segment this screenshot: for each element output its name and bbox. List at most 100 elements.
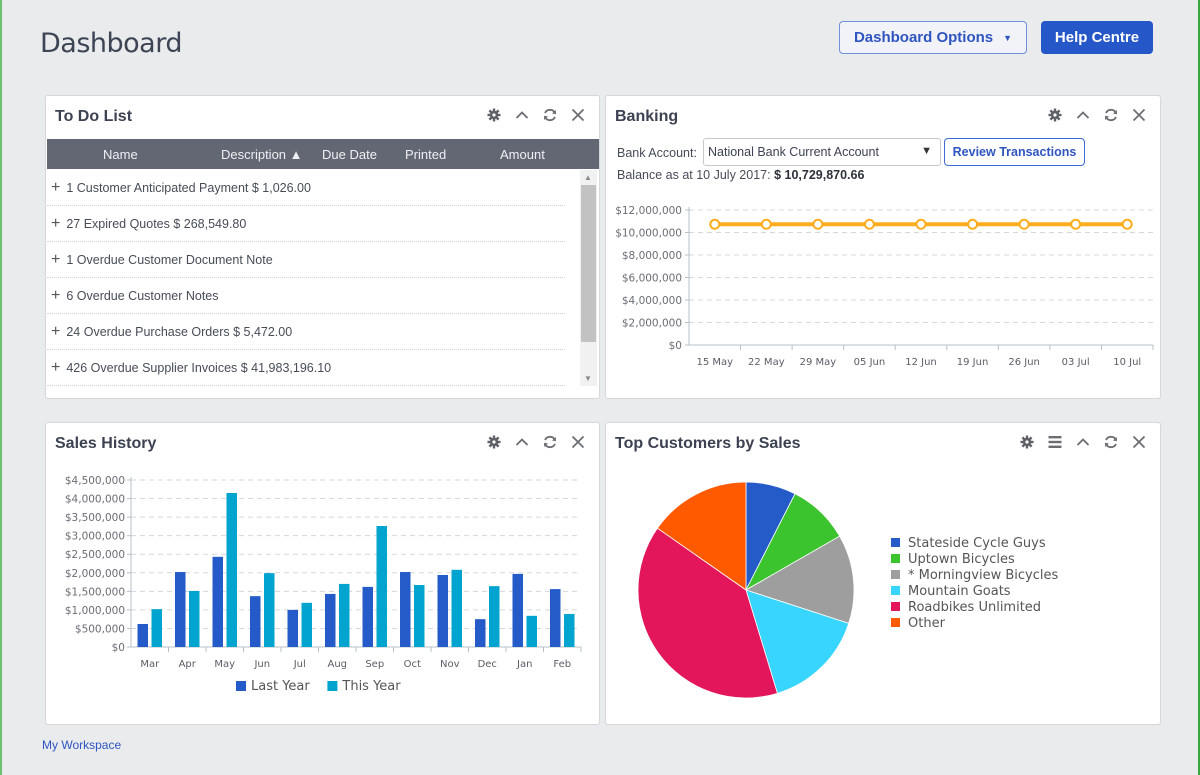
legend-swatch [891,618,900,627]
list-item[interactable]: +24 Overdue Purchase Orders $ 5,472.00 [47,314,565,350]
legend-label: Uptown Bicycles [908,552,1015,567]
list-item-text: 426 Overdue Supplier Invoices $ 41,983,1… [66,360,332,375]
refresh-icon[interactable] [541,433,559,451]
gear-icon[interactable] [1018,433,1036,451]
sales-history-panel: Sales History $0 $500,000 $1,000,000 $1,500… [45,422,600,725]
x-tick-label: May [214,659,235,670]
x-tick-label: 29 May [800,357,837,368]
review-transactions-button[interactable]: Review Transactions [944,138,1085,166]
list-item[interactable]: +1 Overdue Customer Document Note [47,242,565,278]
legend-swatch [891,602,900,611]
todo-title: To Do List [55,108,133,125]
column-amount[interactable]: Amount [500,147,545,162]
gear-icon[interactable] [485,433,503,451]
legend-label: Other [908,616,946,631]
list-item[interactable]: +426 Overdue Supplier Invoices $ 41,983,… [47,350,565,386]
y-tick-label: $4,500,000 [65,475,125,487]
page-title: Dashboard [40,28,182,59]
data-point [812,218,824,230]
expand-plus-icon[interactable]: + [51,215,60,233]
refresh-icon[interactable] [1102,433,1120,451]
dashboard-options-label: Dashboard Options [853,29,994,46]
legend-label: Last Year [251,679,310,694]
my-workspace-link[interactable]: My Workspace [42,738,121,752]
bar-this-year [564,613,575,647]
column-description[interactable]: Description ▲ [221,147,303,162]
chevron-up-icon[interactable] [1074,433,1092,451]
todo-scrollbar[interactable]: ▲ ▼ [580,170,597,386]
bar-this-year [526,615,537,647]
gear-icon[interactable] [485,106,503,124]
scroll-down-icon[interactable]: ▼ [584,374,592,383]
x-tick-label: 15 May [696,357,733,368]
x-tick-label: Aug [327,659,347,670]
y-tick-label: $0 [112,642,125,654]
list-item[interactable]: +1 Customer Anticipated Payment $ 1,026.… [47,170,565,206]
refresh-icon[interactable] [1102,106,1120,124]
close-icon[interactable] [569,106,587,124]
expand-plus-icon[interactable]: + [51,287,60,305]
column-name[interactable]: Name [103,147,138,162]
todo-table-header: Name Description ▲ Due Date Printed Amou… [47,139,599,169]
balance-label: Balance as at 10 July 2017: [617,168,771,182]
bar-last-year [475,619,486,647]
chevron-up-icon[interactable] [513,433,531,451]
y-tick-label: $6,000,000 [622,273,682,285]
y-tick-label: $3,500,000 [65,512,125,524]
sales-bar-chart: $0 $500,000 $1,000,000 $1,500,000 $2,000,000… [65,475,582,694]
balance-value: $ 10,729,870.66 [774,168,865,182]
y-tick-label: $2,500,000 [65,549,125,561]
list-item[interactable]: +27 Expired Quotes $ 268,549.80 [47,206,565,242]
legend-swatch [891,538,900,547]
dashboard-options-button[interactable]: Dashboard Options ▼ [839,21,1027,54]
menu-icon[interactable] [1046,433,1064,451]
data-point [967,218,979,230]
x-tick-label: 12 Jun [905,357,937,368]
bar-this-year [376,526,387,647]
banking-panel: Banking Bank Account: National Bank Curr… [605,95,1161,399]
close-icon[interactable] [1130,106,1148,124]
legend-swatch [891,554,900,563]
y-tick-label: $3,000,000 [65,531,125,543]
y-tick-label: $2,000,000 [65,568,125,580]
bar-this-year [339,583,350,647]
column-due-date[interactable]: Due Date [322,147,377,162]
bar-last-year [437,575,448,647]
top-customers-panel: Top Customers by Sales Stateside Cycle G… [605,422,1161,725]
x-tick-label: 19 Jun [957,357,989,368]
close-icon[interactable] [569,433,587,451]
x-tick-label: 22 May [748,357,785,368]
legend-swatch [236,681,246,691]
help-centre-button[interactable]: Help Centre [1041,21,1153,54]
column-printed[interactable]: Printed [405,147,446,162]
bank-account-select[interactable]: National Bank Current Account ▼ [703,138,941,166]
y-tick-label: $8,000,000 [622,250,682,262]
expand-plus-icon[interactable]: + [51,359,60,377]
bar-last-year [175,572,186,647]
refresh-icon[interactable] [541,106,559,124]
banking-title: Banking [615,108,679,125]
data-point [1121,218,1133,230]
x-tick-label: 10 Jul [1113,357,1141,368]
y-tick-label: $1,000,000 [65,605,125,617]
list-item-text: 27 Expired Quotes $ 268,549.80 [66,216,247,231]
todo-panel: To Do List Name Description ▲ Due Date P… [45,95,600,399]
expand-plus-icon[interactable]: + [51,323,60,341]
scroll-up-icon[interactable]: ▲ [584,173,592,182]
expand-plus-icon[interactable]: + [51,179,60,197]
chevron-up-icon[interactable] [1074,106,1092,124]
bar-last-year [550,589,561,647]
bar-last-year [250,596,261,647]
expand-plus-icon[interactable]: + [51,251,60,269]
x-tick-label: Jun [253,659,270,670]
bar-last-year [512,573,523,647]
y-tick-label: $12,000,000 [615,205,682,217]
list-item[interactable]: +6 Overdue Customer Notes [47,278,565,314]
scrollbar-thumb[interactable] [581,185,596,342]
x-tick-label: Sep [365,659,384,670]
close-icon[interactable] [1130,433,1148,451]
gear-icon[interactable] [1046,106,1064,124]
legend-swatch [891,570,900,579]
chevron-up-icon[interactable] [513,106,531,124]
legend-label: Mountain Goats [908,584,1011,599]
